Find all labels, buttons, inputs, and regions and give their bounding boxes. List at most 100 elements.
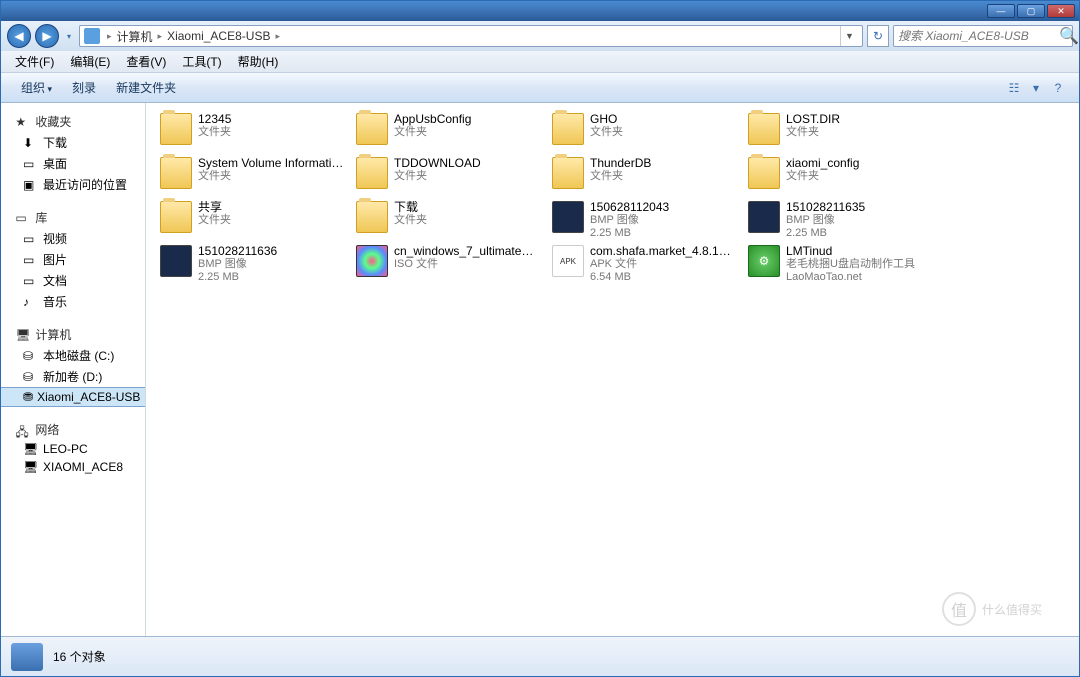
- sidebar-item-label: 音乐: [43, 293, 67, 310]
- file-item[interactable]: xiaomi_config 文件夹: [744, 153, 936, 195]
- sidebar-item[interactable]: ⛁新加卷 (D:): [1, 366, 145, 387]
- folder-icon: [748, 157, 780, 189]
- sidebar-item-label: 图片: [43, 251, 67, 268]
- forward-button[interactable]: ▶: [35, 24, 59, 48]
- navigation-pane: ★收藏夹⬇下载▭桌面 ▣ 最近访问的位置 ▭库▭视频▭图片▭文档♪音乐 🖥计算机⛁本地磁…: [1, 103, 146, 636]
- file-item[interactable]: TDDOWNLOAD 文件夹: [352, 153, 544, 195]
- sidebar-item[interactable]: ⛁本地磁盘 (C:): [1, 345, 145, 366]
- file-name: LOST.DIR: [786, 113, 840, 126]
- sidebar-item[interactable]: ▭文档: [1, 270, 145, 291]
- sidebar-group-head[interactable]: 🖧网络: [1, 419, 145, 440]
- menu-view[interactable]: 查看(V): [118, 53, 174, 70]
- folder-icon: [160, 157, 192, 189]
- image-icon: [748, 201, 780, 233]
- file-type: BMP 图像: [786, 214, 865, 227]
- file-item[interactable]: 共享 文件夹: [156, 197, 348, 239]
- sidebar-item-label: 新加卷 (D:): [43, 368, 102, 385]
- file-name: cn_windows_7_ultimate_x86_dvd_x15-65907: [394, 245, 540, 258]
- file-type: 文件夹: [198, 214, 231, 227]
- status-text: 16 个对象: [53, 648, 106, 665]
- sidebar-group-head[interactable]: 🖥计算机: [1, 324, 145, 345]
- tree-icon: 🖥: [23, 460, 39, 474]
- file-item[interactable]: System Volume Information 文件夹: [156, 153, 348, 195]
- burn-button[interactable]: 刻录: [62, 79, 106, 96]
- file-item[interactable]: 150628112043 BMP 图像 2.25 MB: [548, 197, 740, 239]
- file-item[interactable]: ThunderDB 文件夹: [548, 153, 740, 195]
- sidebar-item[interactable]: ▭桌面: [1, 153, 145, 174]
- view-mode-button[interactable]: ☷: [1003, 78, 1025, 98]
- file-item[interactable]: 151028211636 BMP 图像 2.25 MB: [156, 241, 348, 283]
- group-icon: 🖥: [15, 328, 31, 342]
- file-item[interactable]: APK com.shafa.market_4.8.1_webapp APK 文件…: [548, 241, 740, 283]
- breadcrumb-segment[interactable]: Xiaomi_ACE8-USB: [165, 29, 272, 43]
- explorer-window: — ▢ ✕ ◀ ▶ ▾ ▸ 计算机 ▸ Xiaomi_ACE8-USB ▸ ▼ …: [0, 0, 1080, 677]
- chevron-icon[interactable]: ▸: [104, 31, 115, 42]
- file-name: ThunderDB: [590, 157, 651, 170]
- sidebar-group-head[interactable]: ▭库: [1, 207, 145, 228]
- file-item[interactable]: 下载 文件夹: [352, 197, 544, 239]
- back-button[interactable]: ◀: [7, 24, 31, 48]
- minimize-button[interactable]: —: [987, 4, 1015, 18]
- file-type: BMP 图像: [198, 258, 277, 271]
- details-pane: 16 个对象: [1, 636, 1079, 676]
- chevron-icon[interactable]: ▸: [272, 31, 283, 42]
- view-mode-dropdown[interactable]: ▾: [1025, 78, 1047, 98]
- group-icon: ★: [15, 115, 31, 129]
- sidebar-item-label: 视频: [43, 230, 67, 247]
- menu-help[interactable]: 帮助(H): [230, 53, 287, 70]
- sidebar-item[interactable]: ▭图片: [1, 249, 145, 270]
- file-item[interactable]: LOST.DIR 文件夹: [744, 109, 936, 151]
- menu-edit[interactable]: 编辑(E): [62, 53, 118, 70]
- drive-icon: [11, 643, 43, 671]
- sidebar-item[interactable]: ⬇下载: [1, 132, 145, 153]
- address-bar[interactable]: ▸ 计算机 ▸ Xiaomi_ACE8-USB ▸ ▼: [79, 25, 863, 47]
- file-item[interactable]: cn_windows_7_ultimate_x86_dvd_x15-65907 …: [352, 241, 544, 283]
- new-folder-button[interactable]: 新建文件夹: [106, 79, 186, 96]
- file-type: 文件夹: [786, 126, 840, 139]
- breadcrumb-segment[interactable]: 计算机: [115, 28, 155, 45]
- file-item[interactable]: GHO 文件夹: [548, 109, 740, 151]
- sidebar-item[interactable]: 🖥XIAOMI_ACE8: [1, 458, 145, 476]
- help-button[interactable]: ?: [1047, 78, 1069, 98]
- folder-icon: [160, 201, 192, 233]
- chevron-icon[interactable]: ▸: [155, 31, 166, 42]
- sidebar-item-label: 最近访问的位置: [43, 176, 127, 193]
- sidebar-item[interactable]: ♪音乐: [1, 291, 145, 312]
- sidebar-group-head[interactable]: ★收藏夹: [1, 111, 145, 132]
- organize-button[interactable]: 组织: [11, 79, 62, 96]
- file-list-pane[interactable]: 12345 文件夹 AppUsbConfig 文件夹 GHO 文件夹 LOST.…: [146, 103, 1079, 636]
- file-name: com.shafa.market_4.8.1_webapp: [590, 245, 736, 258]
- file-type: 老毛桃捆U盘启动制作工具: [786, 258, 915, 271]
- nav-history-dropdown[interactable]: ▾: [63, 26, 75, 46]
- menu-tools[interactable]: 工具(T): [174, 53, 229, 70]
- file-size: 2.25 MB: [198, 271, 277, 284]
- sidebar-item-label: Xiaomi_ACE8-USB: [37, 390, 140, 404]
- file-type: BMP 图像: [590, 214, 669, 227]
- file-item[interactable]: ⚙ LMTinud 老毛桃捆U盘启动制作工具 LaoMaoTao.net: [744, 241, 936, 283]
- sidebar-item[interactable]: ⛃Xiaomi_ACE8-USB: [1, 387, 145, 407]
- refresh-button[interactable]: ↻: [867, 25, 889, 47]
- folder-icon: [552, 113, 584, 145]
- search-icon[interactable]: 🔍: [1059, 26, 1079, 46]
- file-item[interactable]: 12345 文件夹: [156, 109, 348, 151]
- search-input[interactable]: [894, 29, 1059, 43]
- file-item[interactable]: 151028211635 BMP 图像 2.25 MB: [744, 197, 936, 239]
- tree-icon: ▣: [23, 178, 39, 192]
- watermark-icon: 值: [942, 592, 976, 626]
- menu-file[interactable]: 文件(F): [7, 53, 62, 70]
- file-name: 12345: [198, 113, 231, 126]
- folder-icon: [356, 201, 388, 233]
- sidebar-item-label: 下载: [43, 134, 67, 151]
- image-icon: [552, 201, 584, 233]
- file-item[interactable]: AppUsbConfig 文件夹: [352, 109, 544, 151]
- file-name: 150628112043: [590, 201, 669, 214]
- close-button[interactable]: ✕: [1047, 4, 1075, 18]
- file-size: 2.25 MB: [786, 227, 865, 240]
- maximize-button[interactable]: ▢: [1017, 4, 1045, 18]
- sidebar-item[interactable]: 🖥LEO-PC: [1, 440, 145, 458]
- sidebar-item[interactable]: ▣ 最近访问的位置: [1, 174, 145, 195]
- address-dropdown[interactable]: ▼: [840, 26, 858, 46]
- sidebar-item[interactable]: ▭视频: [1, 228, 145, 249]
- sidebar-item-label: 本地磁盘 (C:): [43, 347, 114, 364]
- search-box[interactable]: 🔍: [893, 25, 1073, 47]
